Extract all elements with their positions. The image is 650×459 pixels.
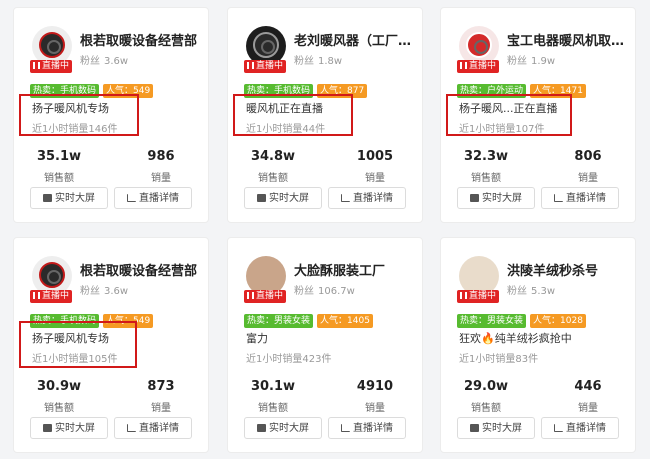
hourly-sales: 近1小时销量423件 — [246, 354, 332, 365]
monitor-icon — [257, 424, 266, 432]
live-badge: 直播中 — [244, 60, 287, 73]
sales-count-stat: 873 销量 — [147, 379, 175, 414]
sales-amount-stat: 34.8w 销售额 — [250, 149, 296, 184]
live-details-button[interactable]: 直播详情 — [328, 417, 406, 439]
sales-count-stat: 446 销量 — [574, 379, 602, 414]
live-details-button[interactable]: 直播详情 — [114, 187, 192, 209]
monitor-icon — [257, 194, 266, 202]
live-details-button[interactable]: 直播详情 — [114, 417, 192, 439]
live-title: 狂欢🔥纯羊绒衫疯抢中 — [459, 332, 572, 345]
tag-row: 热卖：手机数码 人气：549 — [30, 308, 157, 328]
live-details-button[interactable]: 直播详情 — [328, 187, 406, 209]
realtime-screen-button[interactable]: 实时大屏 — [244, 187, 322, 209]
chart-icon — [127, 194, 136, 202]
hourly-sales: 近1小时销量83件 — [459, 354, 539, 365]
realtime-screen-button[interactable]: 实时大屏 — [244, 417, 322, 439]
avatar[interactable]: 直播中 — [30, 26, 73, 73]
streamer-name[interactable]: 根若取暖设备经营部 — [80, 30, 200, 49]
fans-count: 粉丝 1.8w — [294, 56, 343, 67]
live-details-button[interactable]: 直播详情 — [541, 187, 619, 209]
live-badge: 直播中 — [30, 290, 73, 303]
monitor-icon — [470, 424, 479, 432]
fans-count: 粉丝 1.9w — [507, 56, 556, 67]
tag-row: 热卖：男装女装 人气：1405 — [244, 308, 377, 328]
chart-icon — [127, 424, 136, 432]
live-icon — [33, 292, 40, 299]
monitor-icon — [43, 194, 52, 202]
chart-icon — [554, 194, 563, 202]
sales-count-stat: 986 销量 — [147, 149, 175, 184]
sales-count-stat: 806 销量 — [574, 149, 602, 184]
sales-amount-stat: 29.0w 销售额 — [463, 379, 509, 414]
sales-count-stat: 4910 销量 — [356, 379, 394, 414]
streamer-name[interactable]: 宝工电器暖风机取暖... — [507, 30, 627, 49]
hot-category-tag: 热卖：男装女装 — [244, 314, 314, 328]
streamer-card[interactable]: 直播中 洪陵羊绒秒杀号 粉丝 5.3w 热卖：男装女装 人气：1028 狂欢🔥纯羊绒… — [440, 237, 636, 453]
avatar[interactable]: 直播中 — [457, 26, 500, 73]
streamer-name[interactable]: 洪陵羊绒秒杀号 — [507, 260, 627, 279]
fans-count: 粉丝 3.6w — [80, 286, 129, 297]
live-title: 富力 — [246, 332, 268, 345]
streamer-name[interactable]: 大脸酥服装工厂 — [294, 260, 414, 279]
tag-row: 热卖：手机数码 人气：549 — [30, 78, 157, 98]
realtime-screen-button[interactable]: 实时大屏 — [457, 417, 535, 439]
avatar[interactable]: 直播中 — [244, 26, 287, 73]
streamer-name[interactable]: 根若取暖设备经营部 — [80, 260, 200, 279]
monitor-icon — [43, 424, 52, 432]
chart-icon — [341, 194, 350, 202]
streamer-card[interactable]: 直播中 老刘暖风器（工厂直... 粉丝 1.8w 热卖：手机数码 人气：877 暖风… — [227, 7, 423, 223]
avatar[interactable]: 直播中 — [457, 256, 500, 303]
live-badge: 直播中 — [457, 290, 500, 303]
live-badge: 直播中 — [30, 60, 73, 73]
highlight-box — [446, 94, 572, 136]
fans-count: 粉丝 3.6w — [80, 56, 129, 67]
highlight-box — [19, 321, 137, 368]
sales-amount-stat: 32.3w 销售额 — [463, 149, 509, 184]
chart-icon — [554, 424, 563, 432]
live-icon — [460, 292, 467, 299]
live-badge: 直播中 — [457, 60, 500, 73]
live-badge: 直播中 — [244, 290, 287, 303]
hot-category-tag: 热卖：男装女装 — [457, 314, 527, 328]
avatar[interactable]: 直播中 — [30, 256, 73, 303]
highlight-box — [233, 94, 353, 136]
realtime-screen-button[interactable]: 实时大屏 — [30, 417, 108, 439]
realtime-screen-button[interactable]: 实时大屏 — [457, 187, 535, 209]
chart-icon — [341, 424, 350, 432]
popularity-tag: 人气：1028 — [530, 314, 586, 328]
streamer-card[interactable]: 直播中 根若取暖设备经营部 粉丝 3.6w 热卖：手机数码 人气：549 扬子暖风机… — [13, 7, 209, 223]
live-icon — [460, 62, 467, 69]
live-icon — [247, 292, 254, 299]
realtime-screen-button[interactable]: 实时大屏 — [30, 187, 108, 209]
streamer-card[interactable]: 直播中 宝工电器暖风机取暖... 粉丝 1.9w 热卖：户外运动 人气：1471 杨… — [440, 7, 636, 223]
fans-count: 粉丝 5.3w — [507, 286, 556, 297]
monitor-icon — [470, 194, 479, 202]
sales-amount-stat: 30.9w 销售额 — [36, 379, 82, 414]
popularity-tag: 人气：1405 — [317, 314, 373, 328]
live-icon — [247, 62, 254, 69]
tag-row: 热卖：户外运动 人气：1471 — [457, 78, 590, 98]
tag-row: 热卖：男装女装 人气：1028 — [457, 308, 590, 328]
streamer-name[interactable]: 老刘暖风器（工厂直... — [294, 30, 414, 49]
tag-row: 热卖：手机数码 人气：877 — [244, 78, 371, 98]
highlight-box — [19, 94, 139, 136]
fans-count: 粉丝 106.7w — [294, 286, 355, 297]
live-details-button[interactable]: 直播详情 — [541, 417, 619, 439]
sales-amount-stat: 30.1w 销售额 — [250, 379, 296, 414]
avatar[interactable]: 直播中 — [244, 256, 287, 303]
sales-count-stat: 1005 销量 — [356, 149, 394, 184]
streamer-card[interactable]: 直播中 根若取暖设备经营部 粉丝 3.6w 热卖：手机数码 人气：549 扬子暖风机… — [13, 237, 209, 453]
sales-amount-stat: 35.1w 销售额 — [36, 149, 82, 184]
streamer-card[interactable]: 直播中 大脸酥服装工厂 粉丝 106.7w 热卖：男装女装 人气：1405 富力 近… — [227, 237, 423, 453]
live-icon — [33, 62, 40, 69]
